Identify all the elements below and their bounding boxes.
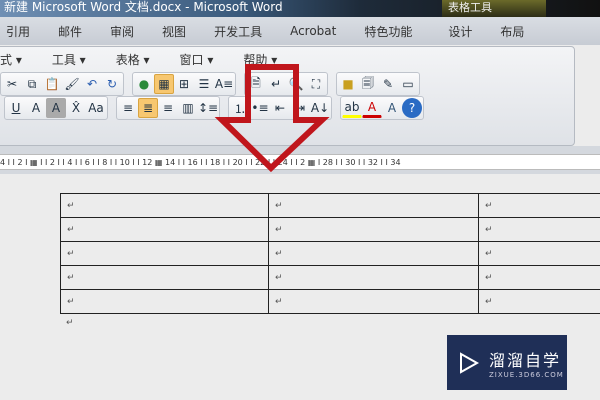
watermark-name: 溜溜自学 <box>489 350 562 370</box>
play-logo-icon <box>460 351 480 374</box>
watermark-url: ZIXUE.3D66.COM <box>489 370 564 379</box>
watermark-logo: 溜溜自学 ZIXUE.3D66.COM <box>447 335 567 390</box>
arrow-outline <box>214 64 330 173</box>
